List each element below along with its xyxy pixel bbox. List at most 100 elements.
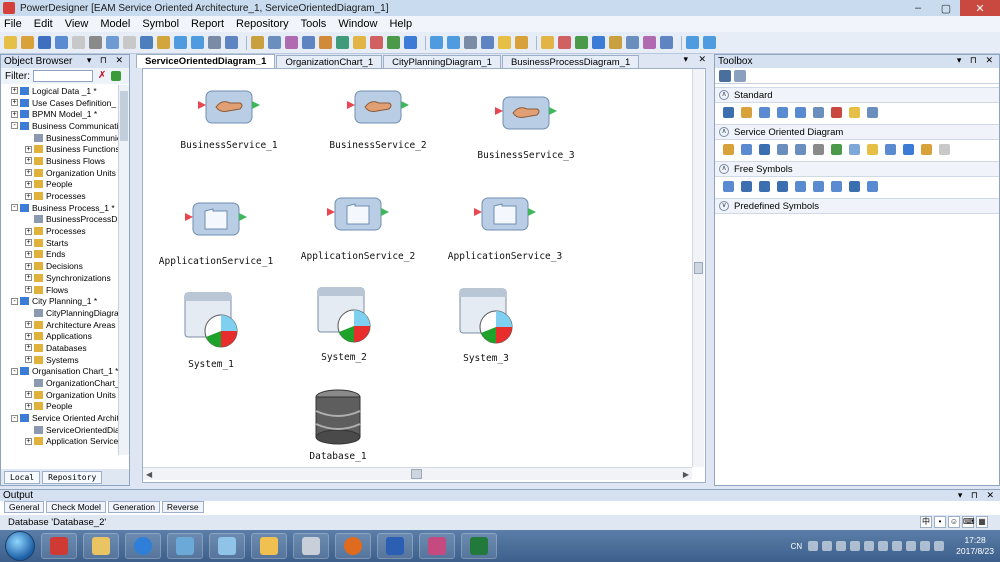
taskbar-app[interactable] bbox=[335, 533, 371, 559]
soa-tool-icon[interactable] bbox=[867, 143, 878, 155]
tree-item[interactable]: BusinessCommunic bbox=[1, 132, 119, 144]
volume-icon[interactable] bbox=[934, 541, 945, 551]
tab-check-model[interactable]: Check Model bbox=[46, 501, 106, 513]
tree-item[interactable]: + Applications bbox=[1, 330, 119, 342]
collapse-icon[interactable]: - bbox=[11, 414, 18, 422]
soa-tool-icon[interactable] bbox=[921, 143, 932, 155]
expand-icon[interactable]: + bbox=[25, 391, 32, 399]
taskbar-app[interactable] bbox=[125, 533, 161, 559]
expand-icon[interactable]: + bbox=[25, 437, 32, 445]
soa-tool-icon[interactable] bbox=[939, 143, 950, 155]
toolbar-button[interactable] bbox=[686, 36, 699, 49]
toolbar-button[interactable] bbox=[336, 36, 349, 49]
soa-tool-icon[interactable] bbox=[813, 143, 824, 155]
scrollbar-thumb[interactable] bbox=[120, 91, 128, 141]
free-symbol-icon[interactable] bbox=[849, 180, 860, 192]
menu-edit[interactable]: Edit bbox=[34, 18, 53, 30]
scroll-left-icon[interactable]: ◀ bbox=[146, 470, 152, 479]
system-symbol[interactable]: System_2 bbox=[309, 284, 379, 370]
toolbar-button[interactable] bbox=[609, 36, 622, 49]
free-symbol-icon[interactable] bbox=[813, 180, 824, 192]
tree-item[interactable]: + Systems bbox=[1, 354, 119, 366]
toolbar-button[interactable] bbox=[387, 36, 400, 49]
network-icon[interactable] bbox=[920, 541, 931, 551]
menu-file[interactable]: File bbox=[4, 18, 22, 30]
tree-item[interactable]: + Organization Units bbox=[1, 167, 119, 179]
collapse-icon[interactable]: - bbox=[11, 204, 18, 212]
toolbar-button[interactable] bbox=[703, 36, 716, 49]
expand-icon[interactable]: + bbox=[25, 180, 32, 188]
panel-controls[interactable]: ▾ ⊓ ✕ bbox=[87, 55, 126, 66]
tree-item[interactable]: + People bbox=[1, 179, 119, 191]
soa-tool-icon[interactable] bbox=[885, 143, 896, 155]
icon-view-icon[interactable] bbox=[719, 69, 731, 82]
tree-item[interactable]: + Decisions bbox=[1, 260, 119, 272]
toolbar-button[interactable] bbox=[123, 36, 136, 49]
maximize-button[interactable]: ▢ bbox=[932, 0, 960, 16]
ime-button[interactable]: ☺ bbox=[948, 516, 960, 528]
tree-item[interactable]: + Business Functions bbox=[1, 143, 119, 155]
soa-tool-icon[interactable] bbox=[831, 143, 842, 155]
tray-icon[interactable] bbox=[836, 541, 847, 551]
soa-tool-icon[interactable] bbox=[759, 143, 770, 155]
tray-icon[interactable] bbox=[808, 541, 819, 551]
language-indicator[interactable]: CN bbox=[791, 542, 803, 551]
toolbar-button[interactable] bbox=[285, 36, 298, 49]
tree-item[interactable]: - City Planning_1 * bbox=[1, 295, 119, 307]
diagram-canvas[interactable]: BusinessService_1 BusinessService_2 Busi… bbox=[142, 68, 706, 483]
refresh-icon[interactable] bbox=[111, 71, 121, 81]
tree-item[interactable]: - Organisation Chart_1 * bbox=[1, 366, 119, 378]
expand-icon[interactable]: + bbox=[25, 239, 32, 247]
tree-item[interactable]: + Ends bbox=[1, 249, 119, 261]
tree-item[interactable]: + Application Service bbox=[1, 436, 119, 448]
tab-city-planning-diagram[interactable]: CityPlanningDiagram_1 bbox=[383, 55, 501, 68]
taskbar-app[interactable] bbox=[293, 533, 329, 559]
scrollbar-thumb[interactable] bbox=[411, 469, 422, 479]
standard-tool-icon[interactable] bbox=[741, 106, 752, 118]
ime-button[interactable]: 中 bbox=[920, 516, 932, 528]
soa-tool-icon[interactable] bbox=[849, 143, 860, 155]
toolbar-button[interactable] bbox=[592, 36, 605, 49]
expand-icon[interactable]: + bbox=[25, 145, 32, 153]
toolbar-button[interactable] bbox=[515, 36, 528, 49]
taskbar-app[interactable] bbox=[83, 533, 119, 559]
free-symbol-icon[interactable] bbox=[723, 180, 734, 192]
expand-icon[interactable]: + bbox=[25, 157, 32, 165]
menu-window[interactable]: Window bbox=[338, 18, 377, 30]
toolbar-button[interactable] bbox=[302, 36, 315, 49]
toolbar-button[interactable] bbox=[481, 36, 494, 49]
toolbar-button[interactable] bbox=[89, 36, 102, 49]
clear-filter-icon[interactable]: ✗ bbox=[98, 71, 108, 81]
canvas-horizontal-scrollbar[interactable]: ◀ ▶ bbox=[143, 467, 692, 480]
free-symbol-icon[interactable] bbox=[741, 180, 752, 192]
free-symbol-icon[interactable] bbox=[795, 180, 806, 192]
toolbar-button[interactable] bbox=[208, 36, 221, 49]
menu-symbol[interactable]: Symbol bbox=[142, 18, 179, 30]
business-service-symbol[interactable]: BusinessService_3 bbox=[477, 93, 575, 163]
application-service-symbol[interactable]: ApplicationService_1 bbox=[159, 199, 273, 269]
standard-tool-icon[interactable] bbox=[777, 106, 788, 118]
database-symbol[interactable]: Database_1 bbox=[303, 389, 373, 465]
tray-icon[interactable] bbox=[892, 541, 903, 551]
tree-item[interactable]: OrganizationChart_ bbox=[1, 377, 119, 389]
tree-item[interactable]: - Business Communicati bbox=[1, 120, 119, 132]
business-service-symbol[interactable]: BusinessService_1 bbox=[180, 87, 278, 157]
toolbar-button[interactable] bbox=[174, 36, 187, 49]
soa-tool-icon[interactable] bbox=[903, 143, 914, 155]
taskbar-app[interactable] bbox=[167, 533, 203, 559]
toolbar-button[interactable] bbox=[72, 36, 85, 49]
tray-icon[interactable] bbox=[864, 541, 875, 551]
menu-view[interactable]: View bbox=[65, 18, 89, 30]
standard-tool-icon[interactable] bbox=[813, 106, 824, 118]
toolbar-button[interactable] bbox=[498, 36, 511, 49]
toolbar-button[interactable] bbox=[268, 36, 281, 49]
section-standard[interactable]: ∧ Standard bbox=[715, 87, 999, 103]
ime-button[interactable]: • bbox=[934, 516, 946, 528]
tree-item[interactable]: CityPlanningDiagra bbox=[1, 307, 119, 319]
expand-icon[interactable]: + bbox=[11, 99, 18, 107]
tree-item[interactable]: + Processes bbox=[1, 190, 119, 202]
business-service-symbol[interactable]: BusinessService_2 bbox=[329, 87, 427, 157]
toolbar-button[interactable] bbox=[157, 36, 170, 49]
application-service-symbol[interactable]: ApplicationService_2 bbox=[301, 194, 415, 264]
tab-business-process-diagram[interactable]: BusinessProcessDiagram_1 bbox=[501, 55, 640, 68]
